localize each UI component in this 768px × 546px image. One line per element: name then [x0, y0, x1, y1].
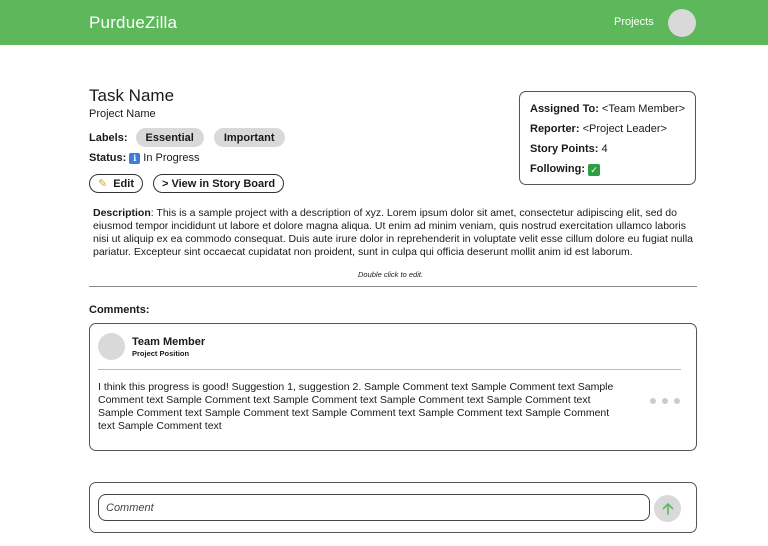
user-avatar[interactable]	[668, 9, 696, 37]
assigned-to-key: Assigned To:	[530, 103, 599, 115]
following-key: Following:	[530, 163, 585, 175]
story-points-key: Story Points:	[530, 143, 599, 155]
comment-text: I think this progress is good! Suggestio…	[98, 381, 614, 432]
comment-card: Team Member Project Position I think thi…	[89, 323, 697, 451]
brand-logo-text[interactable]: PurdueZilla	[89, 13, 177, 33]
assigned-to-value[interactable]: <Team Member>	[602, 103, 685, 115]
status-row: Status: i In Progress	[89, 152, 200, 164]
label-chip-important[interactable]: Important	[213, 128, 285, 147]
task-title: Task Name	[89, 86, 175, 105]
checkmark-icon[interactable]: ✓	[588, 164, 601, 176]
comment-author-position: Project Position	[132, 349, 190, 358]
story-points-value: 4	[601, 143, 608, 155]
view-story-board-label: View in Story Board	[171, 177, 276, 190]
status-value: In Progress	[143, 152, 200, 164]
comment-input[interactable]	[98, 494, 650, 521]
assigned-to-line: Assigned To: <Team Member>	[530, 102, 695, 122]
comment-author: Team Member	[132, 336, 206, 348]
pencil-icon: ✎	[98, 178, 108, 190]
description-text: : This is a sample project with a descri…	[93, 207, 694, 258]
reporter-key: Reporter:	[530, 123, 580, 135]
project-name: Project Name	[89, 108, 156, 120]
edit-button[interactable]: ✎ Edit	[89, 174, 143, 193]
chevron-right-icon: >	[162, 177, 169, 190]
arrow-up-icon	[662, 502, 673, 515]
info-icon: i	[129, 152, 141, 164]
comment-divider	[98, 369, 681, 370]
edit-hint: Double click to edit.	[358, 270, 424, 279]
reporter-line: Reporter: <Project Leader>	[530, 122, 695, 142]
task-details-box: Assigned To: <Team Member> Reporter: <Pr…	[519, 91, 696, 185]
task-actions: ✎ Edit > View in Story Board	[89, 174, 294, 193]
labels-row: Labels: Essential Important	[89, 128, 295, 147]
view-story-board-button[interactable]: > View in Story Board	[153, 174, 285, 193]
reporter-value: <Project Leader>	[582, 123, 667, 135]
send-comment-button[interactable]	[654, 495, 681, 522]
comment-avatar	[98, 333, 125, 360]
edit-button-label: Edit	[113, 177, 134, 190]
section-divider	[89, 286, 697, 287]
status-key: Status:	[89, 152, 127, 164]
more-options-icon[interactable]	[650, 398, 686, 404]
following-line: Following: ✓	[530, 162, 695, 182]
description-key: Description	[93, 207, 151, 219]
labels-key: Labels:	[89, 131, 128, 144]
top-nav-bar: PurdueZilla Projects	[0, 0, 768, 45]
label-chip-essential[interactable]: Essential	[135, 128, 204, 147]
task-description[interactable]: Description: This is a sample project wi…	[93, 207, 703, 259]
nav-projects-link[interactable]: Projects	[614, 16, 654, 28]
story-points-line: Story Points: 4	[530, 142, 695, 162]
comment-composer	[89, 482, 697, 533]
comments-heading: Comments:	[89, 304, 150, 316]
